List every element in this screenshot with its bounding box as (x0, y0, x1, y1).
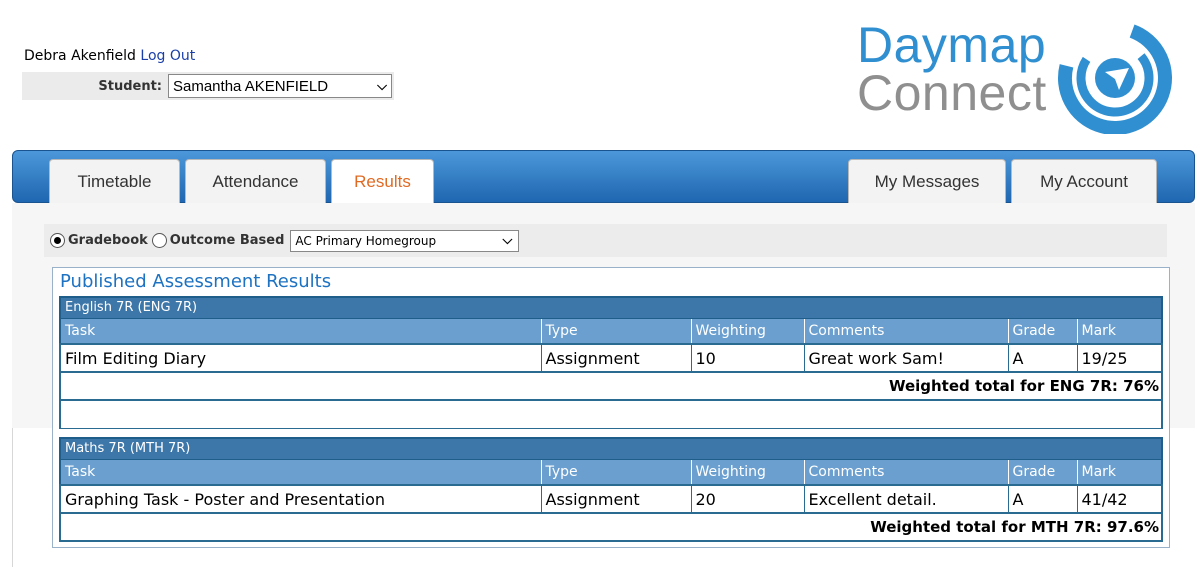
table-row[interactable]: Graphing Task - Poster and Presentation … (59, 485, 1164, 514)
student-select[interactable]: Samantha AKENFIELD ⌵ (168, 74, 392, 98)
cell-type: Assignment (540, 344, 691, 373)
daymap-connect-logo: Daymap Connect (857, 8, 1177, 134)
cell-task: Film Editing Diary (59, 344, 541, 373)
main-nav-bar: Timetable Attendance Results My Messages… (12, 150, 1195, 204)
tab-attendance[interactable]: Attendance (185, 159, 326, 204)
class-select-value: AC Primary Homegroup (295, 233, 437, 248)
gradebook-label: Gradebook (68, 233, 148, 248)
chevron-down-icon: ⌵ (377, 78, 387, 93)
cell-comments: Excellent detail. (803, 485, 1008, 514)
student-select-value: Samantha AKENFIELD (173, 77, 329, 95)
user-info: Debra Akenfield Log Out (24, 48, 195, 64)
student-selector-row: Student: Samantha AKENFIELD ⌵ (22, 72, 394, 100)
tab-timetable[interactable]: Timetable (49, 159, 180, 204)
student-label: Student: (98, 78, 162, 94)
class-select[interactable]: AC Primary Homegroup ⌵ (290, 229, 520, 252)
cell-type: Assignment (540, 485, 691, 514)
tab-my-account[interactable]: My Account (1011, 159, 1157, 204)
weighted-total: Weighted total for ENG 7R: 76% (58, 372, 1164, 401)
col-weighting: Weighting (690, 459, 804, 486)
col-grade: Grade (1007, 459, 1077, 486)
table-spacer-row (58, 400, 1164, 429)
col-comments: Comments (803, 459, 1008, 486)
weighted-total-row: Weighted total for ENG 7R: 76% (58, 372, 1164, 401)
cell-task: Graphing Task - Poster and Presentation (59, 485, 541, 514)
course-header-row: Maths 7R (MTH 7R) (58, 437, 1164, 460)
cell-weighting: 20 (690, 485, 804, 514)
col-task: Task (59, 318, 541, 345)
maths-results-table: Maths 7R (MTH 7R) Task Type Weighting Co… (58, 437, 1164, 542)
weighted-total: Weighted total for MTH 7R: 97.6% (58, 513, 1164, 542)
logo-line-2: Connect (857, 65, 1047, 121)
col-grade: Grade (1007, 318, 1077, 345)
col-task: Task (59, 459, 541, 486)
table-row[interactable]: Film Editing Diary Assignment 10 Great w… (59, 344, 1164, 373)
col-weighting: Weighting (690, 318, 804, 345)
outcome-based-label: Outcome Based (169, 233, 285, 248)
chevron-down-icon: ⌵ (502, 233, 513, 248)
tab-my-messages[interactable]: My Messages (848, 159, 1006, 204)
english-results-table: English 7R (ENG 7R) Task Type Weighting … (58, 296, 1164, 429)
column-header-row: Task Type Weighting Comments Grade Mark (59, 318, 1164, 345)
panel-edge (12, 428, 13, 567)
spacer-cell (58, 400, 1164, 429)
user-name: Debra Akenfield (24, 48, 136, 64)
tab-results[interactable]: Results (331, 159, 434, 204)
col-type: Type (540, 318, 691, 345)
gradebook-radio[interactable] (50, 233, 65, 248)
course-name: English 7R (ENG 7R) (58, 296, 1164, 319)
cell-weighting: 10 (690, 344, 804, 373)
logo-line-1: Daymap (857, 17, 1047, 73)
course-header-row: English 7R (ENG 7R) (58, 296, 1164, 319)
cell-grade: A (1007, 485, 1077, 514)
results-title: Published Assessment Results (60, 271, 332, 292)
col-type: Type (540, 459, 691, 486)
col-mark: Mark (1076, 318, 1164, 345)
outcome-based-radio[interactable] (151, 233, 167, 248)
weighted-total-row: Weighted total for MTH 7R: 97.6% (58, 513, 1164, 542)
cell-mark: 19/25 (1076, 344, 1164, 373)
cell-comments: Great work Sam! (803, 344, 1008, 373)
column-header-row: Task Type Weighting Comments Grade Mark (59, 459, 1164, 486)
col-mark: Mark (1076, 459, 1164, 486)
cell-mark: 41/42 (1076, 485, 1164, 514)
logo-swirl-icon (1058, 21, 1172, 134)
col-comments: Comments (803, 318, 1008, 345)
logout-link[interactable]: Log Out (140, 48, 195, 64)
cell-grade: A (1007, 344, 1077, 373)
course-name: Maths 7R (MTH 7R) (58, 437, 1164, 460)
view-filter-row: Gradebook Outcome Based AC Primary Homeg… (44, 224, 1167, 257)
